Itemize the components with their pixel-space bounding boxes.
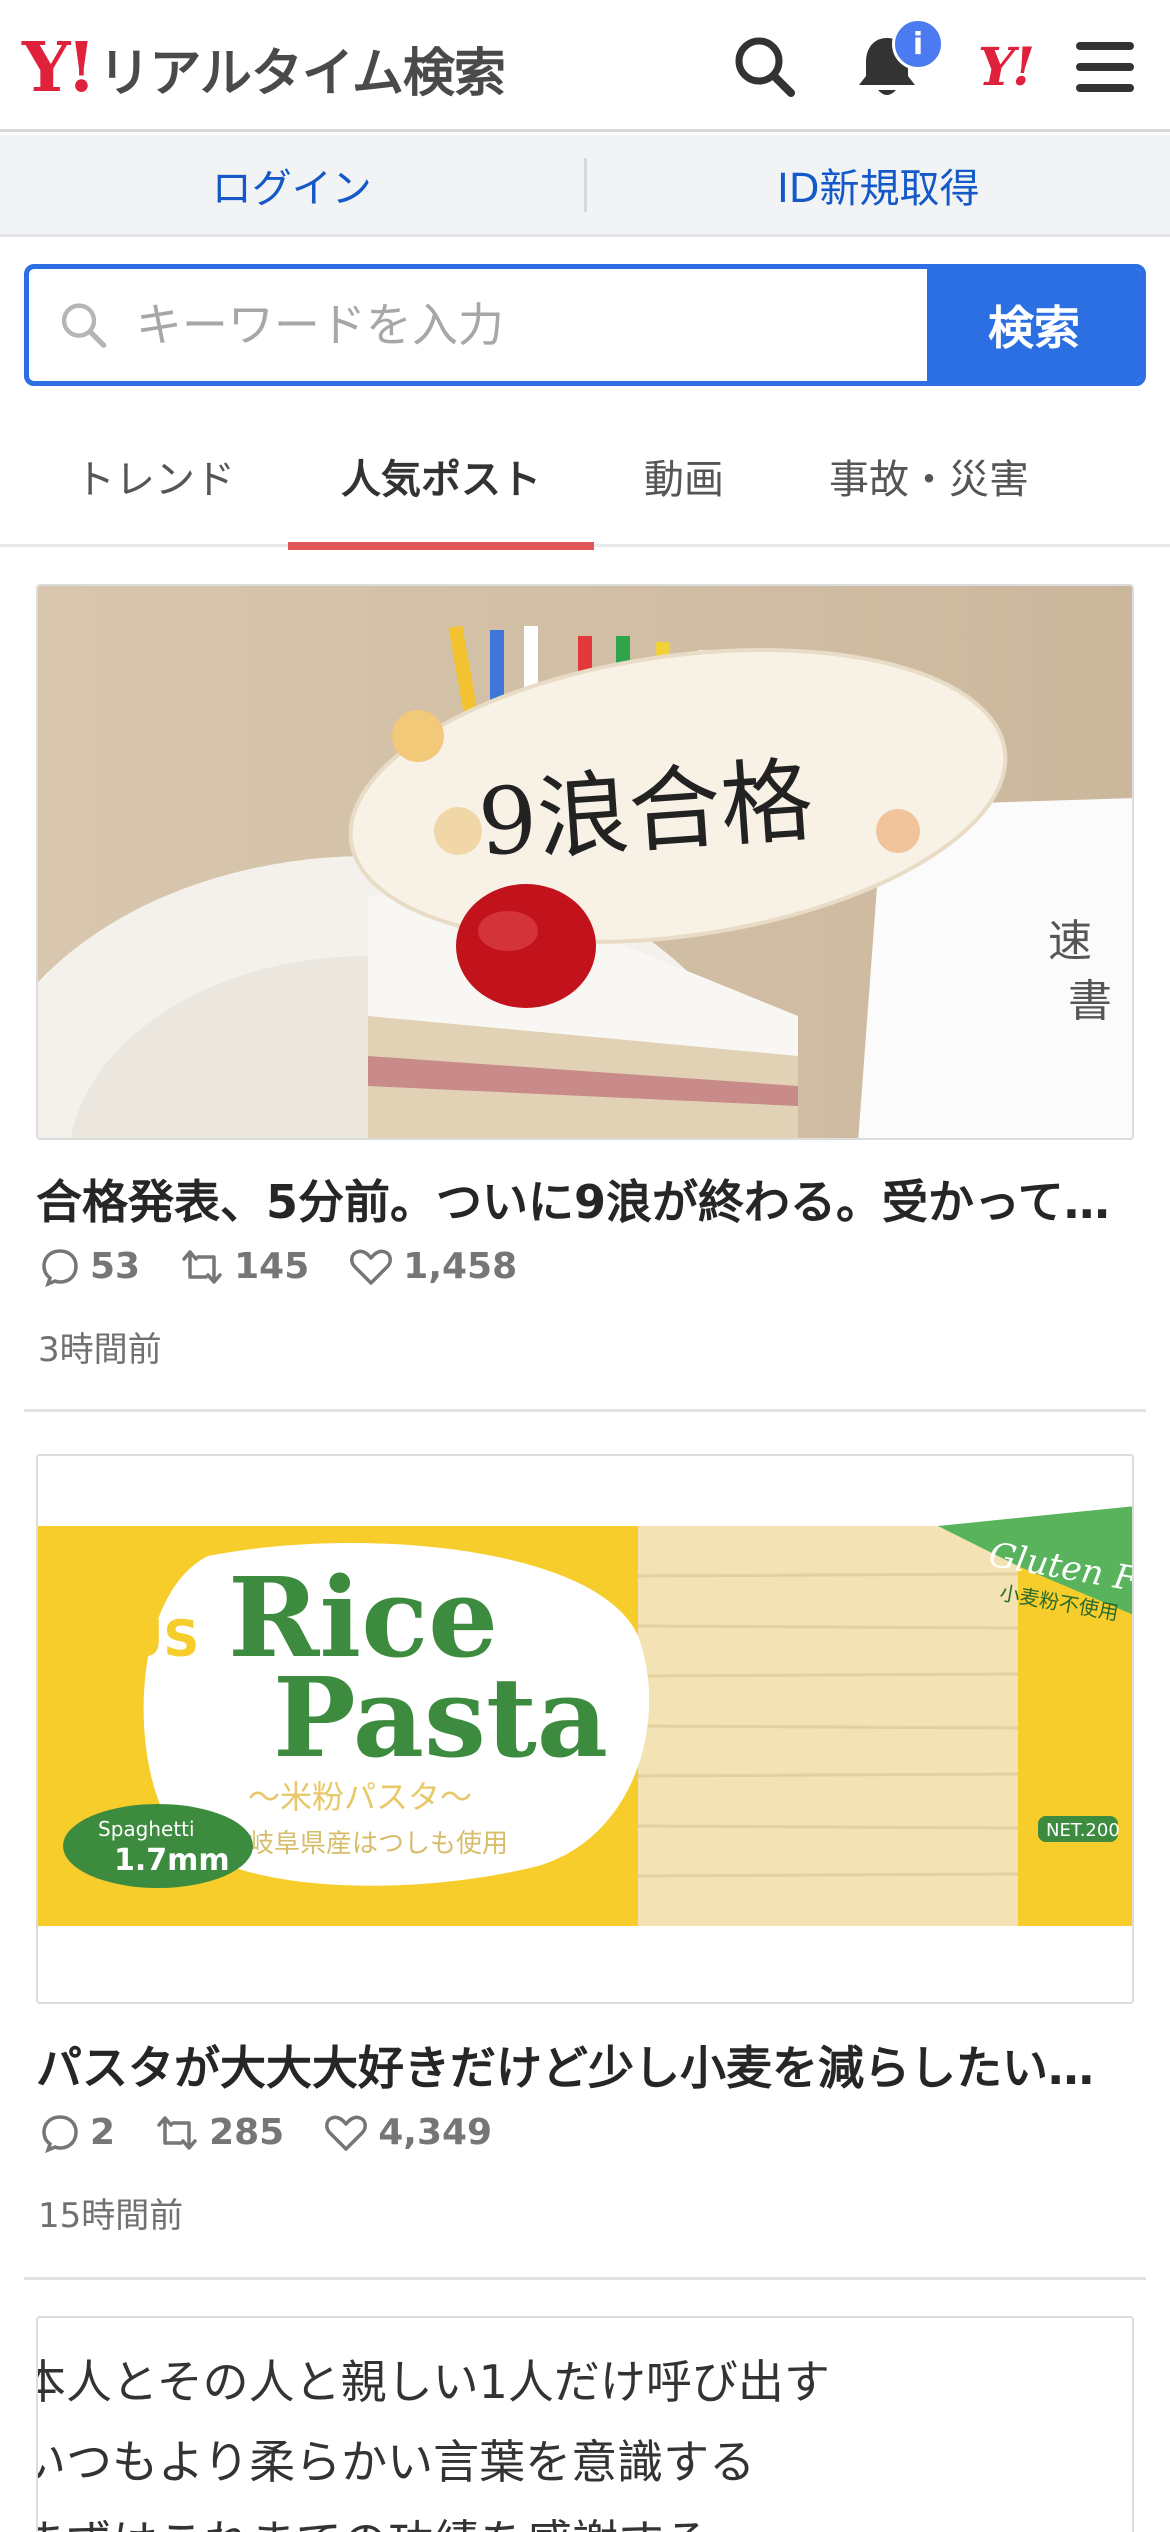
- reply-count-value: 53: [90, 1246, 141, 1287]
- yahoo-japan-top-link[interactable]: Y!: [960, 22, 1050, 112]
- post-stats: 2 285 4,349: [40, 2112, 532, 2153]
- yahoo-icon: Y!: [978, 36, 1035, 98]
- search-icon: [61, 303, 107, 348]
- like-count[interactable]: 1,458: [349, 1246, 517, 1287]
- yahoo-realtime-logo[interactable]: Y! リアルタイム検索: [22, 28, 506, 108]
- post-image-rice-pasta[interactable]: Gluten Fr 小麦粉不使用 PLUS Rice Pasta ～米粉パスタ～…: [36, 1454, 1134, 2004]
- post-title[interactable]: パスタが大大大好きだけど少し小麦を減らしたいので: [36, 2032, 1134, 2098]
- search-form: 検索: [24, 264, 1146, 386]
- tab-popular-posts[interactable]: 人気ポスト: [288, 405, 594, 550]
- hamburger-menu-icon: [1076, 42, 1134, 92]
- post-image-cake[interactable]: 速 書 9浪合格: [36, 584, 1134, 1140]
- svg-text:書: 書: [1068, 976, 1112, 1027]
- like-count[interactable]: 4,349: [324, 2112, 492, 2153]
- image-text-line: いつもより柔らかい言葉を意識する: [36, 2435, 756, 2489]
- account-bar: ログイン ID新規取得: [0, 135, 1170, 237]
- category-tabs: トレンド 人気ポスト 動画 事故・災害: [0, 405, 1170, 550]
- repost-count[interactable]: 285: [155, 2112, 284, 2153]
- image-text-line: まずはこれまでの功績を感謝する: [38, 2502, 1132, 2532]
- repost-count-value: 285: [209, 2112, 285, 2153]
- search-input-wrapper: [29, 269, 927, 381]
- svg-text:Spaghetti: Spaghetti: [98, 1817, 195, 1841]
- svg-text:1.7mm: 1.7mm: [114, 1843, 230, 1878]
- rice-pasta-photo: Gluten Fr 小麦粉不使用 PLUS Rice Pasta ～米粉パスタ～…: [38, 1456, 1132, 2002]
- post-timestamp: 15時間前: [38, 2196, 184, 2236]
- notification-badge: i: [892, 18, 944, 70]
- post-stats: 53 145 1,458: [40, 1246, 557, 1287]
- repost-icon: [157, 2115, 197, 2150]
- post-card[interactable]: 本人とその人と親しい1人だけ呼び出す いつもより柔らかい言葉を意識する まずはこ…: [24, 2316, 1146, 2532]
- search-submit-button[interactable]: 検索: [927, 269, 1141, 381]
- reply-icon: [42, 2114, 78, 2153]
- yahoo-logo-mark: Y!: [22, 28, 96, 108]
- image-text-lines: 本人とその人と親しい1人だけ呼び出す いつもより柔らかい言葉を意識する まずはこ…: [36, 2342, 1132, 2532]
- reply-count-value: 2: [90, 2112, 116, 2153]
- menu-button[interactable]: [1060, 22, 1150, 112]
- heart-icon: [350, 1249, 393, 1285]
- login-link[interactable]: ログイン: [0, 156, 584, 214]
- post-card[interactable]: 速 書 9浪合格 合格発表、5分前。ついに9浪が終わる。受かっていたら 53 1…: [24, 560, 1146, 1412]
- like-count-value: 1,458: [403, 1246, 518, 1287]
- realtime-search-title: リアルタイム検索: [98, 43, 505, 104]
- app-header: Y! リアルタイム検索 i Y!: [0, 0, 1170, 132]
- svg-text:岐阜県産はつしも使用: 岐阜県産はつしも使用: [248, 1829, 508, 1859]
- notifications-button[interactable]: i: [842, 18, 944, 112]
- note-text: 速: [1048, 916, 1092, 967]
- search-icon: [735, 37, 795, 97]
- tab-videos[interactable]: 動画: [616, 405, 752, 547]
- reply-icon: [42, 1248, 78, 1287]
- header-search-button[interactable]: [720, 22, 810, 112]
- post-image-text[interactable]: 本人とその人と親しい1人だけ呼び出す いつもより柔らかい言葉を意識する まずはこ…: [36, 2316, 1134, 2532]
- reply-count[interactable]: 2: [40, 2112, 115, 2153]
- post-title[interactable]: 合格発表、5分前。ついに9浪が終わる。受かっていたら: [36, 1166, 1134, 1232]
- tab-trend[interactable]: トレンド: [40, 405, 270, 547]
- reply-count[interactable]: 53: [40, 1246, 140, 1287]
- pasta-text: Pasta: [273, 1653, 608, 1782]
- cake-photo: 速 書 9浪合格: [38, 586, 1132, 1138]
- search-input[interactable]: [135, 298, 927, 352]
- plus-brand: PLUS: [56, 1610, 199, 1668]
- repost-count-value: 145: [234, 1246, 310, 1287]
- tab-accidents-disasters[interactable]: 事故・災害: [800, 405, 1058, 547]
- post-card[interactable]: Gluten Fr 小麦粉不使用 PLUS Rice Pasta ～米粉パスタ～…: [24, 1428, 1146, 2280]
- heart-icon: [325, 2115, 368, 2151]
- repost-icon: [182, 1249, 222, 1284]
- post-timestamp: 3時間前: [38, 1330, 162, 1370]
- image-text-line: 本人とその人と親しい1人だけ呼び出す: [36, 2355, 830, 2409]
- like-count-value: 4,349: [378, 2112, 493, 2153]
- repost-count[interactable]: 145: [180, 1246, 309, 1287]
- svg-text:NET.200: NET.200: [1046, 1820, 1120, 1841]
- register-link[interactable]: ID新規取得: [587, 156, 1170, 214]
- svg-text:～米粉パスタ～: ～米粉パスタ～: [248, 1778, 472, 1816]
